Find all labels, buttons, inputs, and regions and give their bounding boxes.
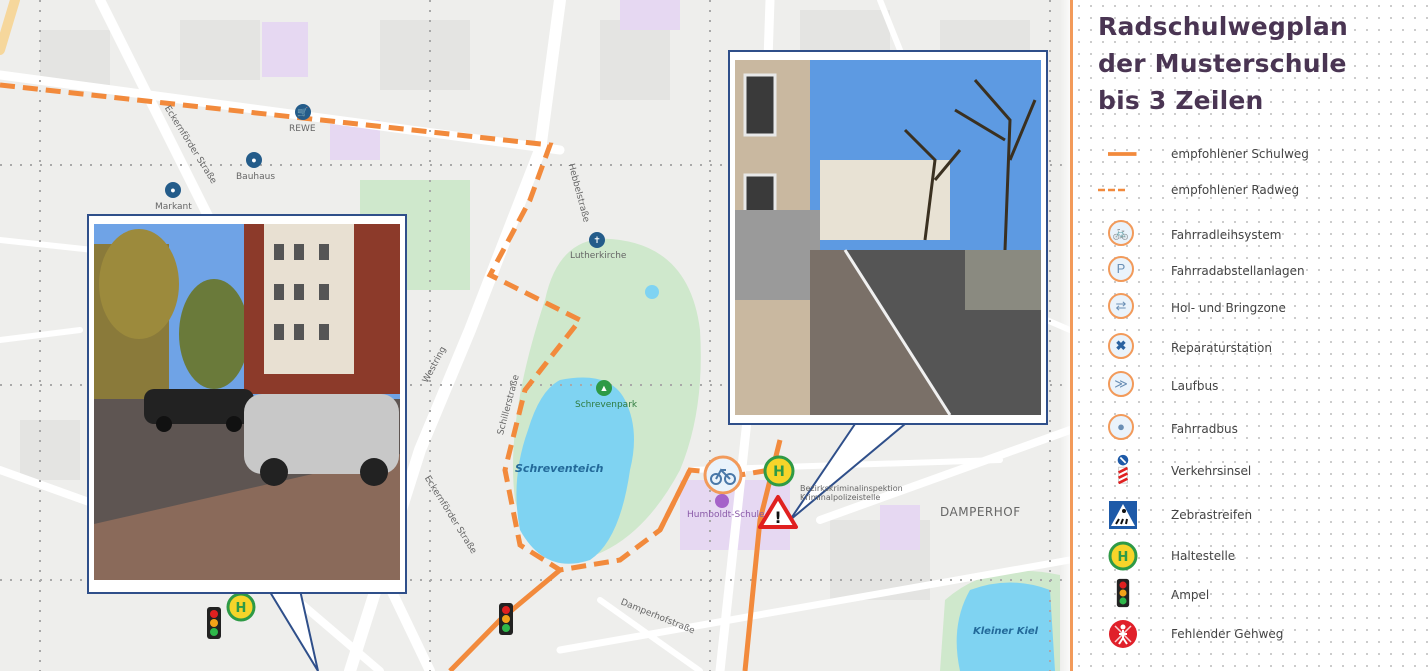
traffic-island-icon xyxy=(1117,454,1129,484)
markant-marker-icon[interactable]: ● xyxy=(165,182,181,198)
svg-text:!: ! xyxy=(774,508,781,527)
legend-title-line-2: der Musterschule xyxy=(1098,49,1347,78)
legend-label: Haltestelle xyxy=(1171,549,1236,563)
legend-label: Hol- und Bringzone xyxy=(1171,301,1286,315)
legend-panel: Radschulwegplan der Musterschule bis 3 Z… xyxy=(1070,0,1428,671)
label-bauhaus: Bauhaus xyxy=(236,172,276,182)
dashed-orange-line-icon xyxy=(1098,188,1128,192)
photo-callout-right[interactable] xyxy=(728,50,1048,425)
map-area[interactable]: 🛒 ● ● ✝ ▲ REWE Bauhaus Markant Lutherkir… xyxy=(0,0,1070,671)
traffic-light-icon[interactable] xyxy=(205,606,223,640)
legend-item-radweg: empfohlener Radweg xyxy=(1073,175,1428,205)
bus-stop-icon: H xyxy=(1108,541,1138,571)
svg-text:H: H xyxy=(1118,550,1129,565)
park-marker-icon[interactable]: ▲ xyxy=(596,380,612,396)
church-marker-icon[interactable]: ✝ xyxy=(589,232,605,248)
missing-sidewalk-icon xyxy=(1109,620,1137,648)
label-humboldt: Humboldt-Schule xyxy=(687,510,765,520)
label-markant: Markant xyxy=(155,202,192,212)
legend-item-haltestelle: H Haltestelle xyxy=(1073,541,1428,571)
traffic-light-icon-2[interactable] xyxy=(497,602,515,636)
svg-text:H: H xyxy=(773,464,785,480)
legend-item-schulweg: empfohlener Schulweg xyxy=(1073,139,1428,169)
legend-item-fehlender-gehweg: Fehlender Gehweg xyxy=(1073,619,1428,649)
legend-label: empfohlener Radweg xyxy=(1171,183,1300,197)
legend-item-zebrastreifen: Zebrastreifen xyxy=(1073,500,1428,530)
legend-label: Fahrradleihsystem xyxy=(1171,228,1282,242)
photo-callout-left[interactable] xyxy=(87,214,407,594)
warning-sign-icon[interactable]: ! xyxy=(757,494,799,530)
legend-label: Laufbus xyxy=(1171,379,1219,393)
bike-bus-icon: ● xyxy=(1108,414,1134,440)
legend-item-fahrradleihsystem: 🚲 Fahrradleihsystem xyxy=(1073,220,1428,250)
legend-item-hol-bringzone: ⇄ Hol- und Bringzone xyxy=(1073,293,1428,323)
svg-text:H: H xyxy=(236,601,247,616)
rewe-marker-icon[interactable]: 🛒 xyxy=(295,104,311,120)
repair-station-icon: ✖ xyxy=(1108,333,1134,359)
legend-item-fahrradbus: ● Fahrradbus xyxy=(1073,414,1428,444)
legend-label: empfohlener Schulweg xyxy=(1171,147,1309,161)
legend-label: Verkehrsinsel xyxy=(1171,464,1252,478)
legend-label: Ampel xyxy=(1171,588,1210,602)
walking-bus-icon: ≫ xyxy=(1108,371,1134,397)
label-polizei: Bezirkskriminalinspektion Kriminalpolize… xyxy=(800,484,903,502)
bike-rental-icon: 🚲 xyxy=(1108,220,1134,246)
legend-label: Fahrradabstellanlagen xyxy=(1171,264,1305,278)
legend-item-laufbus: ≫ Laufbus xyxy=(1073,371,1428,401)
traffic-light-icon xyxy=(1116,578,1130,608)
street-photo-parking xyxy=(94,224,400,580)
legend-label: Fehlender Gehweg xyxy=(1171,627,1284,641)
street-photo-sidewalk xyxy=(735,60,1041,415)
crosswalk-icon xyxy=(1109,501,1137,529)
school-marker-icon[interactable] xyxy=(714,493,730,509)
legend-label: Fahrradbus xyxy=(1171,422,1238,436)
label-rewe: REWE xyxy=(289,124,316,134)
bike-parking-icon: P xyxy=(1108,256,1134,282)
legend-title: Radschulwegplan der Musterschule bis 3 Z… xyxy=(1098,8,1348,119)
drop-off-zone-icon: ⇄ xyxy=(1108,293,1134,319)
label-damperhof: DAMPERHOF xyxy=(940,505,1021,519)
bus-stop-icon[interactable]: H xyxy=(763,455,795,487)
solid-orange-line-icon xyxy=(1108,152,1137,156)
legend-label: Reparaturstation xyxy=(1171,341,1272,355)
label-lutherkirche: Lutherkirche xyxy=(570,251,627,261)
label-schreventeich: Schreventeich xyxy=(515,462,604,475)
legend-item-reparaturstation: ✖ Reparaturstation xyxy=(1073,333,1428,363)
bike-rental-icon[interactable] xyxy=(703,455,743,495)
legend-item-verkehrsinsel: Verkehrsinsel xyxy=(1073,454,1428,486)
legend-item-fahrradabstellanlagen: P Fahrradabstellanlagen xyxy=(1073,256,1428,286)
legend-title-line-3: bis 3 Zeilen xyxy=(1098,86,1264,115)
label-kleiner-kiel: Kleiner Kiel xyxy=(973,626,1039,637)
bus-stop-icon-2[interactable]: H xyxy=(226,592,256,622)
bauhaus-marker-icon[interactable]: ● xyxy=(246,152,262,168)
legend-item-ampel: Ampel xyxy=(1073,578,1428,610)
label-schrevenpark: Schrevenpark xyxy=(575,400,638,410)
legend-title-line-1: Radschulwegplan xyxy=(1098,12,1348,41)
legend-label: Zebrastreifen xyxy=(1171,508,1253,522)
